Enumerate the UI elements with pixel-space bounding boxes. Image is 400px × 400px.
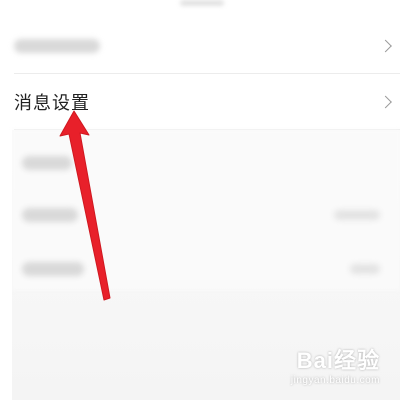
- top-blurred-strip: [0, 0, 400, 18]
- message-settings-label: 消息设置: [14, 93, 90, 114]
- watermark-logo: Bai经验: [296, 348, 380, 373]
- settings-row-blurred-top[interactable]: [0, 18, 400, 74]
- blurred-header-text: [180, 0, 224, 6]
- settings-screen: 消息设置 Bai经验 jingyan.baidu.com: [0, 0, 400, 400]
- chevron-right-icon: [379, 39, 392, 53]
- chevron-right-icon: [379, 95, 392, 109]
- baidu-jingyan-watermark: Bai经验 jingyan.baidu.com: [291, 343, 380, 386]
- watermark-url: jingyan.baidu.com: [290, 375, 380, 386]
- blurred-row-label: [22, 262, 84, 276]
- settings-row-message-settings[interactable]: 消息设置: [0, 74, 400, 130]
- blurred-row-label: [22, 156, 72, 170]
- settings-list: 消息设置: [0, 18, 400, 130]
- blurred-row-label: [14, 39, 100, 53]
- blurred-row-value: [350, 264, 380, 274]
- blurred-row-value: [334, 210, 380, 220]
- blurred-row-label: [22, 208, 78, 222]
- left-edge-strip: [0, 130, 12, 400]
